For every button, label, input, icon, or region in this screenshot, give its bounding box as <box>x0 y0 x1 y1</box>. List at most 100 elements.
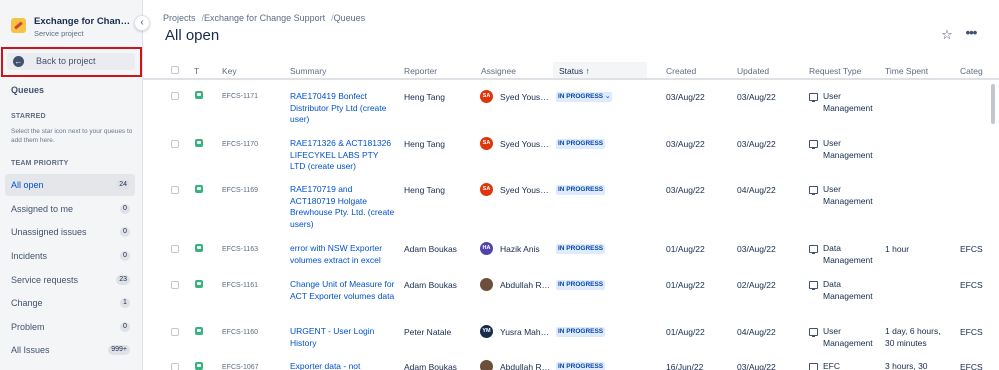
breadcrumb-projects[interactable]: Projects <box>163 13 196 23</box>
row-checkbox[interactable] <box>171 363 179 370</box>
assignee: Hazik Anis <box>500 244 540 254</box>
avatar: SA <box>480 183 493 196</box>
time-spent: 3 hours, 30 <box>885 361 928 370</box>
queue-item-all-open[interactable]: All open 24 <box>5 174 135 196</box>
issue-key[interactable]: EFCS-1171 <box>222 93 258 100</box>
header-time-spent[interactable]: Time Spent <box>885 66 928 76</box>
status-badge[interactable]: IN PROGRESS <box>556 327 606 337</box>
issue-summary[interactable]: RAE170419 Bonfect Distributor Pty Ltd (c… <box>290 91 395 126</box>
project-header[interactable]: Exchange for Change S... Service project <box>8 12 134 42</box>
row-checkbox[interactable] <box>171 281 179 289</box>
category: EFCS <box>960 362 983 370</box>
created-date: 01/Aug/22 <box>666 327 705 337</box>
row-checkbox[interactable] <box>171 140 179 148</box>
project-name: Exchange for Change S... <box>34 16 134 27</box>
issue-summary[interactable]: RAE171326 & ACT181326 LIFECYKEL LABS PTY… <box>290 138 395 173</box>
request-type-monitor-icon <box>809 93 818 102</box>
more-icon[interactable]: ••• <box>964 26 978 42</box>
header-status[interactable]: Status ↑ <box>553 62 647 78</box>
status-badge[interactable]: IN PROGRESS <box>556 362 606 370</box>
created-date: 03/Aug/22 <box>666 139 705 149</box>
row-checkbox[interactable] <box>171 245 179 253</box>
table-header: T Key Summary Reporter Assignee Status ↑… <box>143 62 999 80</box>
header-summary[interactable]: Summary <box>290 66 326 76</box>
header-request-type[interactable]: Request Type <box>809 66 861 76</box>
status-badge[interactable]: IN PROGRESS <box>556 244 606 254</box>
row-checkbox[interactable] <box>171 92 179 100</box>
issue-summary[interactable]: Change Unit of Measure for ACT Exporter … <box>290 279 395 302</box>
star-icon[interactable]: ☆ <box>940 28 954 42</box>
request-type-monitor-icon <box>809 281 818 290</box>
avatar <box>480 278 493 291</box>
collapse-sidebar-button[interactable]: ‹ <box>134 15 150 31</box>
request-type: User Management <box>823 184 873 206</box>
reporter: Heng Tang <box>404 185 445 195</box>
request-type-icon <box>195 362 203 370</box>
queue-item-assigned-to-me[interactable]: Assigned to me 0 <box>5 198 135 220</box>
header-key[interactable]: Key <box>222 66 237 76</box>
issue-key[interactable]: EFCS-1160 <box>222 329 258 336</box>
reporter: Peter Natale <box>404 327 452 337</box>
created-date: 03/Aug/22 <box>666 92 705 102</box>
header-updated[interactable]: Updated <box>737 66 769 76</box>
assignee: Syed Yousuf... <box>500 92 552 102</box>
issue-summary[interactable]: URGENT - User Login History <box>290 326 395 349</box>
issue-summary[interactable]: RAE170719 and ACT180719 Holgate Brewhous… <box>290 184 395 230</box>
header-category[interactable]: Categ <box>960 66 983 76</box>
header-reporter[interactable]: Reporter <box>404 66 437 76</box>
updated-date: 03/Aug/22 <box>737 244 776 254</box>
created-date: 16/Jun/22 <box>666 362 704 370</box>
row-checkbox[interactable] <box>171 328 179 336</box>
status-badge[interactable]: IN PROGRESS <box>556 139 606 149</box>
queue-item-incidents[interactable]: Incidents 0 <box>5 245 135 267</box>
starred-hint: Select the star icon next to your queues… <box>11 128 133 144</box>
reporter: Adam Boukas <box>404 244 457 254</box>
request-type: User Management <box>823 326 873 348</box>
issue-summary[interactable]: error with NSW Exporter volumes extract … <box>290 243 395 266</box>
assignee: Syed Yousuf... <box>500 185 552 195</box>
row-checkbox[interactable] <box>171 186 179 194</box>
queue-count: 0 <box>120 204 130 214</box>
breadcrumb-project[interactable]: Exchange for Change Support <box>204 13 325 23</box>
updated-date: 03/Aug/22 <box>737 92 776 102</box>
queue-item-all-issues[interactable]: All Issues 999+ <box>5 339 135 361</box>
assignee: Syed Yousuf... <box>500 139 552 149</box>
breadcrumb: Projects/Exchange for Change Support/Que… <box>163 13 366 23</box>
back-to-project-button[interactable]: ← Back to project <box>7 53 135 70</box>
queue-item-unassigned-issues[interactable]: Unassigned issues 0 <box>5 221 135 243</box>
queue-item-service-requests[interactable]: Service requests 23 <box>5 269 135 291</box>
breadcrumb-queues[interactable]: Queues <box>334 13 366 23</box>
status-badge[interactable]: IN PROGRESS <box>556 280 606 290</box>
issue-key[interactable]: EFCS-1067 <box>222 364 259 370</box>
status-badge[interactable]: IN PROGRESS <box>556 185 606 195</box>
issue-key[interactable]: EFCS-1169 <box>222 187 258 194</box>
issue-key[interactable]: EFCS-1170 <box>222 141 258 148</box>
issue-key[interactable]: EFCS-1161 <box>222 282 258 289</box>
queue-count: 0 <box>120 227 130 237</box>
queue-label: Assigned to me <box>11 204 74 214</box>
select-all-checkbox[interactable] <box>171 66 179 74</box>
header-assignee[interactable]: Assignee <box>481 66 516 76</box>
sidebar: Exchange for Change S... Service project… <box>0 0 143 370</box>
reporter: Adam Boukas <box>404 362 457 370</box>
header-type[interactable]: T <box>194 66 199 76</box>
created-date: 01/Aug/22 <box>666 244 705 254</box>
scrollbar-thumb[interactable] <box>991 84 995 124</box>
starred-heading: STARRED <box>11 113 46 120</box>
status-badge[interactable]: IN PROGRESS ⌄ <box>556 92 613 102</box>
updated-date: 02/Aug/22 <box>737 280 776 290</box>
header-created[interactable]: Created <box>666 66 696 76</box>
queue-item-problem[interactable]: Problem 0 <box>5 316 135 338</box>
queue-item-change[interactable]: Change 1 <box>5 292 135 314</box>
table-scrollbar[interactable] <box>990 84 996 370</box>
status-label: IN PROGRESS <box>558 93 604 100</box>
arrow-left-icon: ← <box>13 56 24 67</box>
queue-count: 0 <box>120 251 130 261</box>
request-type-icon <box>195 327 203 335</box>
issue-key[interactable]: EFCS-1163 <box>222 246 258 253</box>
avatar: SA <box>480 137 493 150</box>
queue-label: Change <box>11 298 43 308</box>
assignee: Abdullah Ra... <box>500 280 552 290</box>
issue-summary[interactable]: Exporter data - not <box>290 361 395 370</box>
time-spent: 1 day, 6 hours, 30 minutes <box>885 326 941 348</box>
